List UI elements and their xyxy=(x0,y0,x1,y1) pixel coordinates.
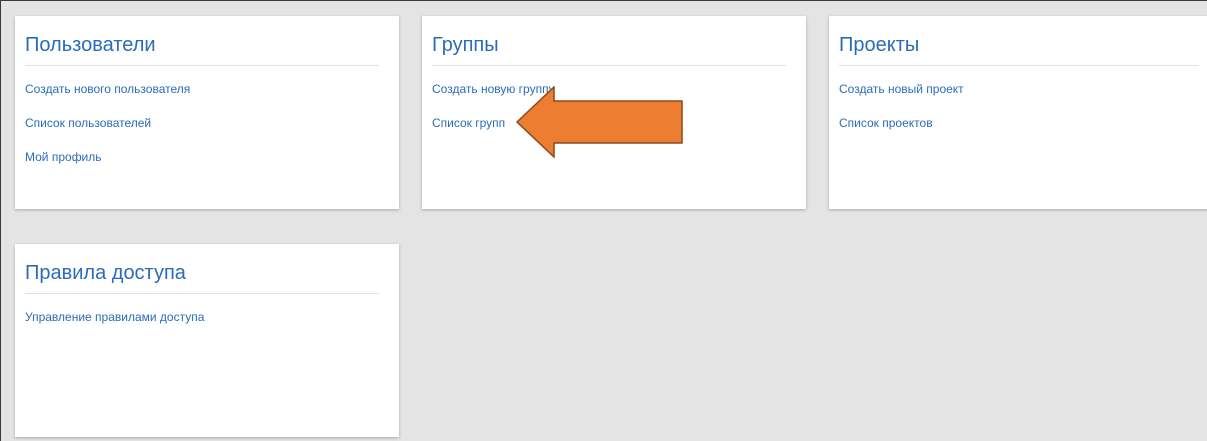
arrow-left-shape xyxy=(516,86,683,158)
card-title-groups: Группы xyxy=(432,33,786,66)
card-links-projects: Создать новый проект Список проектов xyxy=(839,80,1207,132)
groups-list-link[interactable]: Список групп xyxy=(432,116,505,130)
create-user-link[interactable]: Создать нового пользователя xyxy=(25,82,190,96)
manage-access-rules-link[interactable]: Управление правилами доступа xyxy=(25,310,204,324)
card-links-access-rules: Управление правилами доступа xyxy=(25,308,399,326)
my-profile-link[interactable]: Мой профиль xyxy=(25,150,102,164)
card-title-users: Пользователи xyxy=(25,33,379,66)
card-title-access-rules: Правила доступа xyxy=(25,261,379,294)
card-projects: Проекты Создать новый проект Список прое… xyxy=(829,16,1207,209)
card-access-rules: Правила доступа Управление правилами дос… xyxy=(15,244,399,437)
card-links-users: Создать нового пользователя Список польз… xyxy=(25,80,399,166)
projects-list-link[interactable]: Список проектов xyxy=(839,116,933,130)
card-title-projects: Проекты xyxy=(839,33,1199,66)
card-users: Пользователи Создать нового пользователя… xyxy=(15,16,399,209)
dashboard-frame: Пользователи Создать нового пользователя… xyxy=(0,0,1207,441)
create-project-link[interactable]: Создать новый проект xyxy=(839,82,964,96)
arrow-left-icon xyxy=(516,86,683,158)
users-list-link[interactable]: Список пользователей xyxy=(25,116,151,130)
